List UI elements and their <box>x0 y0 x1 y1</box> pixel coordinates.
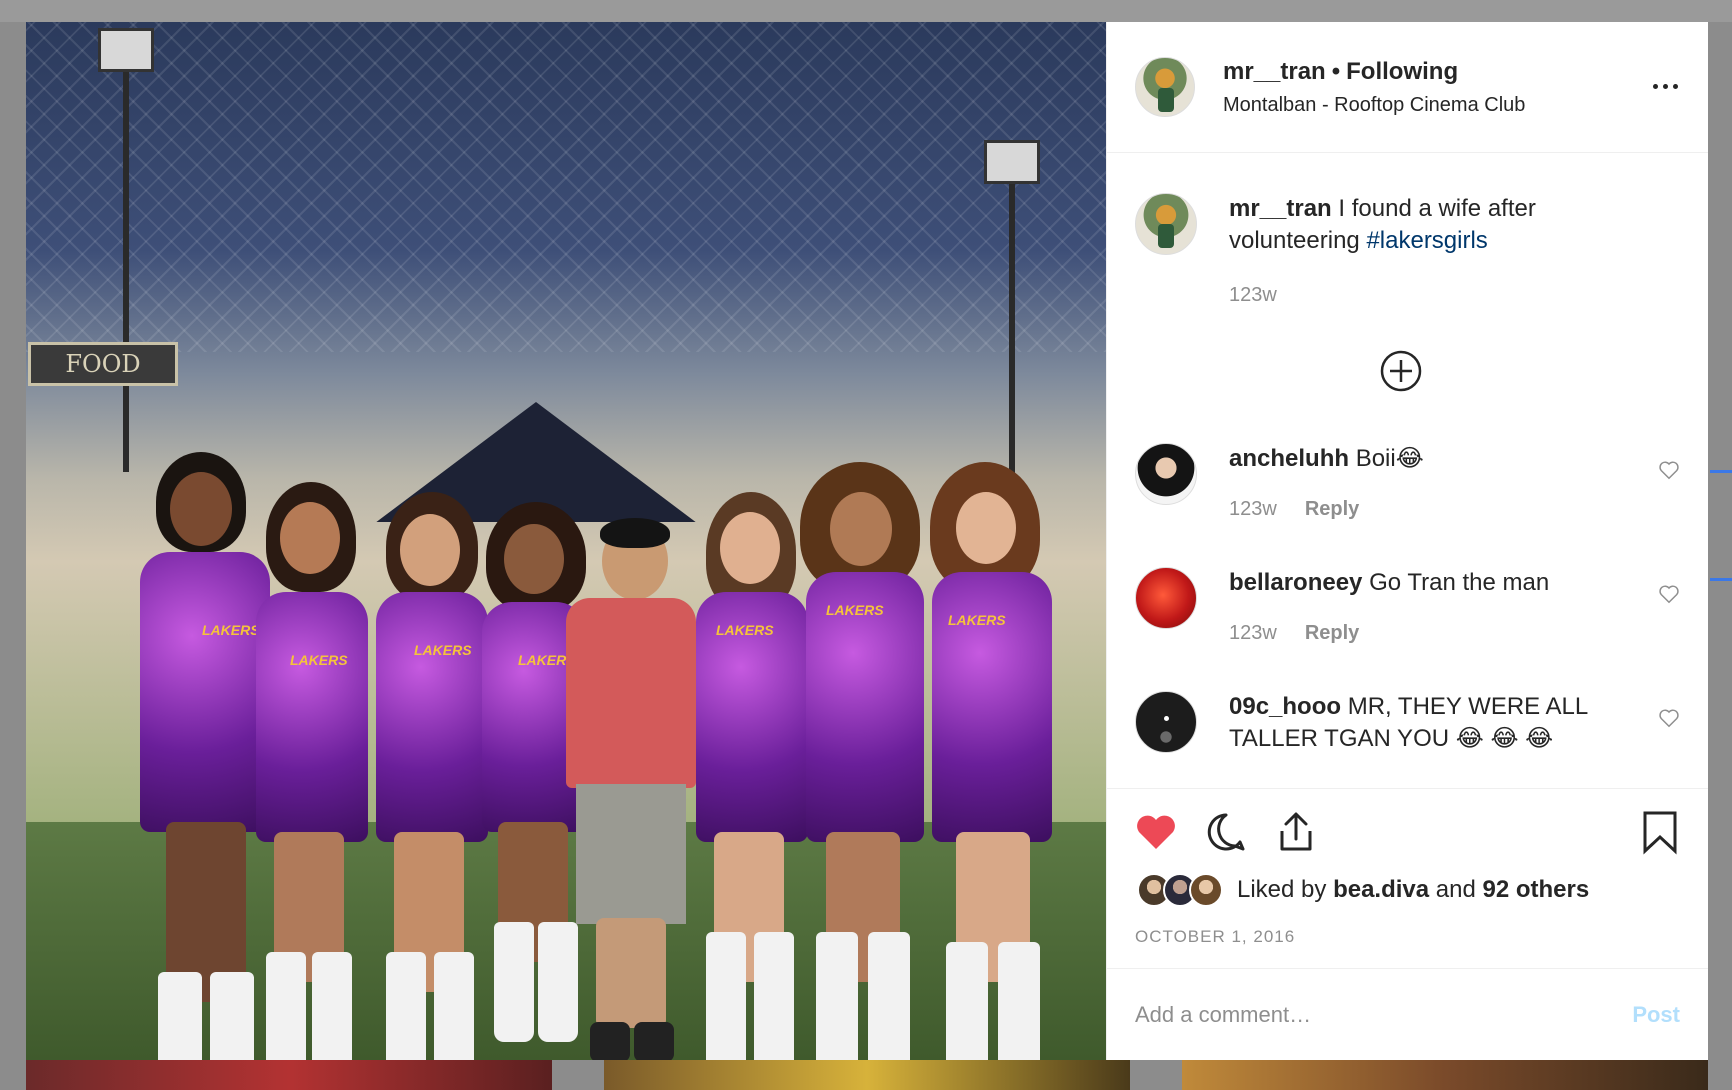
liked-user[interactable]: bea.diva <box>1333 876 1429 903</box>
bookmark-icon[interactable] <box>1637 809 1683 855</box>
grid-thumbnail[interactable] <box>1182 1060 1708 1090</box>
location-link[interactable]: Montalban - Rooftop Cinema Club <box>1223 94 1525 117</box>
reply-button[interactable]: Reply <box>1305 498 1359 520</box>
photo-floodlight <box>98 28 154 72</box>
liked-others[interactable]: 92 others <box>1483 876 1590 903</box>
comments-section: mr__tran I found a wife after volunteeri… <box>1107 153 1708 788</box>
plus-circle-icon[interactable] <box>1379 349 1423 393</box>
post-date[interactable]: OCTOBER 1, 2016 <box>1135 927 1295 947</box>
heart-filled-icon[interactable] <box>1133 809 1179 855</box>
commenter-avatar[interactable] <box>1135 567 1197 629</box>
caption-username[interactable]: mr__tran <box>1229 195 1332 222</box>
comment-item: bellaroneey Go Tran the man 123w Reply <box>1135 567 1680 649</box>
liked-prefix: Liked by <box>1237 876 1334 903</box>
backdrop-top <box>0 0 1732 22</box>
post-photo[interactable]: FOOD LAKERS LAKERS LAKERS LAKERS LAKERS … <box>26 22 1106 1060</box>
comment-username[interactable]: 09c_hooo <box>1229 693 1341 720</box>
caption-hashtag[interactable]: #lakersgirls <box>1366 227 1487 254</box>
more-options-icon[interactable] <box>1652 78 1680 98</box>
comment-composer: Post <box>1107 968 1708 1060</box>
grid-thumbnail[interactable] <box>26 1060 552 1090</box>
liked-by-text: Liked by bea.diva and 92 others <box>1237 876 1589 904</box>
comment-time[interactable]: 123w <box>1229 498 1277 520</box>
grid-thumbnail[interactable] <box>604 1060 1130 1090</box>
photo-pole <box>1009 184 1015 504</box>
post-button[interactable]: Post <box>1632 1002 1680 1028</box>
comment-text: Boii😂 <box>1355 445 1424 472</box>
liker-avatar <box>1189 873 1223 907</box>
photo-floodlight <box>984 140 1040 184</box>
comment-input[interactable] <box>1135 1001 1595 1028</box>
heart-outline-icon[interactable] <box>1658 583 1680 605</box>
post-side-panel: mr__tran • Following Montalban - Rooftop C… <box>1106 22 1708 1060</box>
comment-username[interactable]: bellaroneey <box>1229 569 1362 596</box>
liked-by[interactable]: Liked by bea.diva and 92 others <box>1137 873 1589 907</box>
photo-food-sign: FOOD <box>28 342 178 386</box>
heart-outline-icon[interactable] <box>1658 707 1680 729</box>
comment-item: 09c_hooo MR, THEY WERE ALL TALLER TGAN Y… <box>1135 691 1680 755</box>
comment-icon[interactable] <box>1203 809 1249 855</box>
comment-item: ancheluhh Boii😂 123w Reply <box>1135 443 1680 525</box>
author-avatar[interactable] <box>1135 57 1195 117</box>
follow-status[interactable]: Following <box>1346 58 1458 85</box>
header-text: mr__tran • Following Montalban - Rooftop C… <box>1223 58 1525 117</box>
caption: mr__tran I found a wife after volunteeri… <box>1135 193 1680 311</box>
edge-indicator <box>1710 578 1732 581</box>
post-header: mr__tran • Following Montalban - Rooftop C… <box>1107 22 1708 153</box>
comment-time[interactable]: 123w <box>1229 622 1277 644</box>
post-modal: FOOD LAKERS LAKERS LAKERS LAKERS LAKERS … <box>26 22 1708 1060</box>
reply-button[interactable]: Reply <box>1305 622 1359 644</box>
share-icon[interactable] <box>1273 809 1319 855</box>
photo-pole <box>123 72 129 472</box>
post-actions: Liked by bea.diva and 92 others OCTOBER … <box>1107 788 1708 968</box>
comment-username[interactable]: ancheluhh <box>1229 445 1349 472</box>
commenter-avatar[interactable] <box>1135 691 1197 753</box>
comment-text: Go Tran the man <box>1369 569 1550 596</box>
separator-dot: • <box>1331 57 1341 85</box>
liked-and: and <box>1429 876 1483 903</box>
commenter-avatar[interactable] <box>1135 443 1197 505</box>
photo-fence <box>26 22 1106 352</box>
heart-outline-icon[interactable] <box>1658 459 1680 481</box>
edge-indicator <box>1710 470 1732 473</box>
author-username[interactable]: mr__tran <box>1223 58 1326 85</box>
caption-avatar[interactable] <box>1135 193 1197 255</box>
header-title: mr__tran • Following <box>1223 58 1525 86</box>
caption-time[interactable]: 123w <box>1229 284 1277 306</box>
